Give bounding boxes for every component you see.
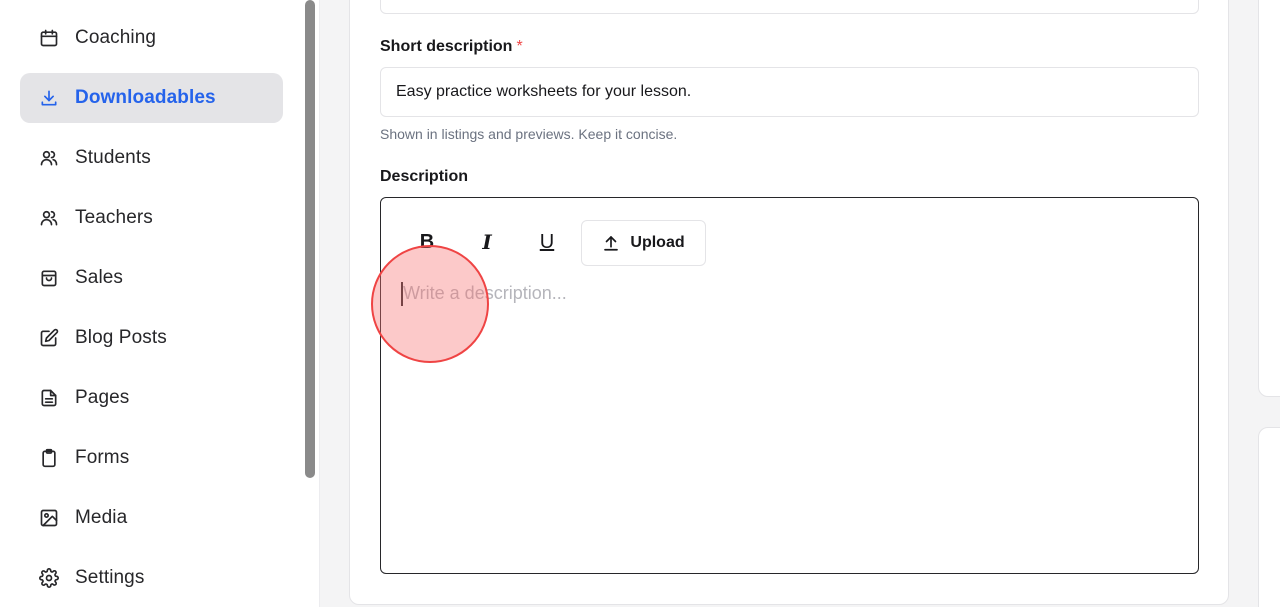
shopping-bag-icon bbox=[38, 267, 60, 289]
short-description-input[interactable]: Easy practice worksheets for your lesson… bbox=[380, 67, 1199, 117]
sidebar-item-blog-posts[interactable]: Blog Posts bbox=[20, 313, 283, 363]
bold-button[interactable]: B bbox=[405, 220, 449, 264]
sidebar-scrollbar[interactable] bbox=[305, 0, 315, 478]
users-icon bbox=[38, 147, 60, 169]
side-panel-card bbox=[1258, 0, 1280, 397]
edit-icon bbox=[38, 327, 60, 349]
description-editor[interactable]: B I U Upload Write a description... bbox=[380, 197, 1199, 574]
sidebar: Coaching Downloadables Students Teachers… bbox=[0, 0, 320, 607]
sidebar-item-label: Downloadables bbox=[75, 87, 216, 108]
sidebar-item-teachers[interactable]: Teachers bbox=[20, 193, 283, 243]
sidebar-item-label: Media bbox=[75, 507, 128, 528]
users-icon bbox=[38, 207, 60, 229]
sidebar-item-label: Teachers bbox=[75, 207, 153, 228]
sidebar-item-label: Blog Posts bbox=[75, 327, 167, 348]
description-placeholder: Write a description... bbox=[403, 283, 567, 303]
sidebar-item-label: Coaching bbox=[75, 27, 157, 48]
upload-button[interactable]: Upload bbox=[581, 220, 706, 266]
sidebar-item-settings[interactable]: Settings bbox=[20, 553, 283, 603]
side-panel-card bbox=[1258, 427, 1280, 607]
upload-icon bbox=[604, 236, 619, 251]
sidebar-item-label: Settings bbox=[75, 567, 145, 588]
sidebar-item-forms[interactable]: Forms bbox=[20, 433, 283, 483]
sidebar-item-students[interactable]: Students bbox=[20, 133, 283, 183]
short-description-hint: Shown in listings and previews. Keep it … bbox=[380, 126, 678, 142]
previous-field-input[interactable] bbox=[380, 0, 1199, 14]
gear-icon bbox=[38, 567, 60, 589]
calendar-icon bbox=[38, 27, 60, 49]
document-icon bbox=[38, 387, 60, 409]
sidebar-item-pages[interactable]: Pages bbox=[20, 373, 283, 423]
sidebar-item-label: Pages bbox=[75, 387, 130, 408]
sidebar-item-label: Sales bbox=[75, 267, 124, 288]
required-marker: * bbox=[516, 38, 523, 55]
download-icon bbox=[38, 87, 60, 109]
image-icon bbox=[38, 507, 60, 529]
short-description-label-text: Short description bbox=[380, 38, 513, 55]
sidebar-item-media[interactable]: Media bbox=[20, 493, 283, 543]
sidebar-item-label: Forms bbox=[75, 447, 130, 468]
sidebar-item-label: Students bbox=[75, 147, 151, 168]
italic-button[interactable]: I bbox=[465, 220, 509, 264]
sidebar-item-sales[interactable]: Sales bbox=[20, 253, 283, 303]
short-description-label: Short description * bbox=[380, 38, 523, 56]
description-label: Description bbox=[380, 168, 469, 185]
sidebar-item-coaching[interactable]: Coaching bbox=[20, 13, 283, 63]
sidebar-item-downloadables[interactable]: Downloadables bbox=[20, 73, 283, 123]
underline-button[interactable]: U bbox=[525, 220, 569, 264]
short-description-value: Easy practice worksheets for your lesson… bbox=[396, 83, 692, 100]
upload-label: Upload bbox=[630, 234, 685, 251]
clipboard-icon bbox=[38, 447, 60, 469]
description-text-area[interactable]: Write a description... bbox=[401, 282, 1181, 552]
